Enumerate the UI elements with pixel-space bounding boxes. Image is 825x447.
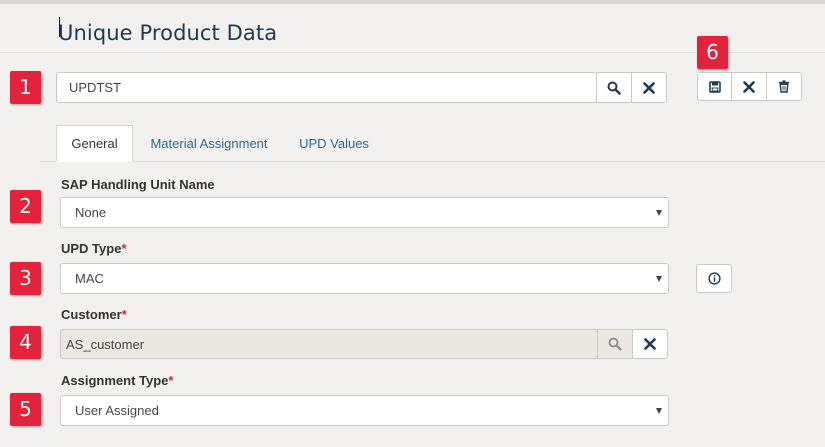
upd-type-label: UPD Type* bbox=[61, 241, 127, 256]
save-button[interactable] bbox=[697, 72, 732, 101]
chevron-down-icon bbox=[656, 275, 662, 282]
tab-general[interactable]: General bbox=[56, 125, 133, 162]
required-marker: * bbox=[168, 373, 174, 388]
assignment-type-select[interactable]: User Assigned bbox=[60, 395, 669, 426]
upd-type-info-button[interactable] bbox=[696, 264, 732, 293]
text-cursor-icon bbox=[57, 17, 63, 37]
customer-search-button[interactable] bbox=[597, 329, 633, 359]
search-icon bbox=[607, 81, 621, 95]
customer-field: AS_customer bbox=[60, 329, 598, 359]
callout-badge-4: 4 bbox=[10, 326, 41, 359]
upd-search-input[interactable]: UPDTST bbox=[56, 72, 597, 103]
sap-handling-unit-select[interactable]: None bbox=[60, 197, 669, 228]
delete-button[interactable] bbox=[766, 72, 802, 101]
assignment-type-value: User Assigned bbox=[75, 403, 159, 418]
callout-badge-6: 6 bbox=[697, 36, 728, 69]
chevron-down-icon bbox=[656, 407, 662, 414]
required-marker: * bbox=[121, 307, 127, 322]
cancel-button[interactable] bbox=[731, 72, 767, 101]
sap-handling-unit-value: None bbox=[75, 205, 107, 220]
info-icon bbox=[707, 272, 721, 285]
clear-customer-button[interactable] bbox=[632, 329, 668, 359]
clear-search-button[interactable] bbox=[631, 72, 667, 103]
close-icon bbox=[743, 80, 755, 93]
callout-badge-1: 1 bbox=[10, 71, 41, 104]
close-icon bbox=[644, 338, 656, 350]
customer-label: Customer* bbox=[61, 307, 127, 322]
upd-type-value: MAC bbox=[75, 271, 104, 286]
tab-material-assignment[interactable]: Material Assignment bbox=[139, 125, 279, 162]
upd-type-select[interactable]: MAC bbox=[60, 263, 669, 294]
search-icon bbox=[608, 337, 622, 351]
sap-handling-unit-label: SAP Handling Unit Name bbox=[61, 177, 215, 192]
page-title: Unique Product Data bbox=[58, 21, 278, 45]
callout-badge-2: 2 bbox=[10, 190, 41, 223]
close-icon bbox=[643, 81, 655, 94]
tab-upd-values[interactable]: UPD Values bbox=[289, 125, 379, 162]
chevron-down-icon bbox=[656, 209, 662, 216]
search-button[interactable] bbox=[596, 72, 632, 103]
trash-icon bbox=[779, 80, 789, 93]
save-icon bbox=[708, 80, 721, 93]
assignment-type-label: Assignment Type* bbox=[61, 373, 174, 388]
callout-badge-3: 3 bbox=[10, 262, 41, 295]
required-marker: * bbox=[121, 241, 127, 256]
callout-badge-5: 5 bbox=[10, 393, 41, 426]
